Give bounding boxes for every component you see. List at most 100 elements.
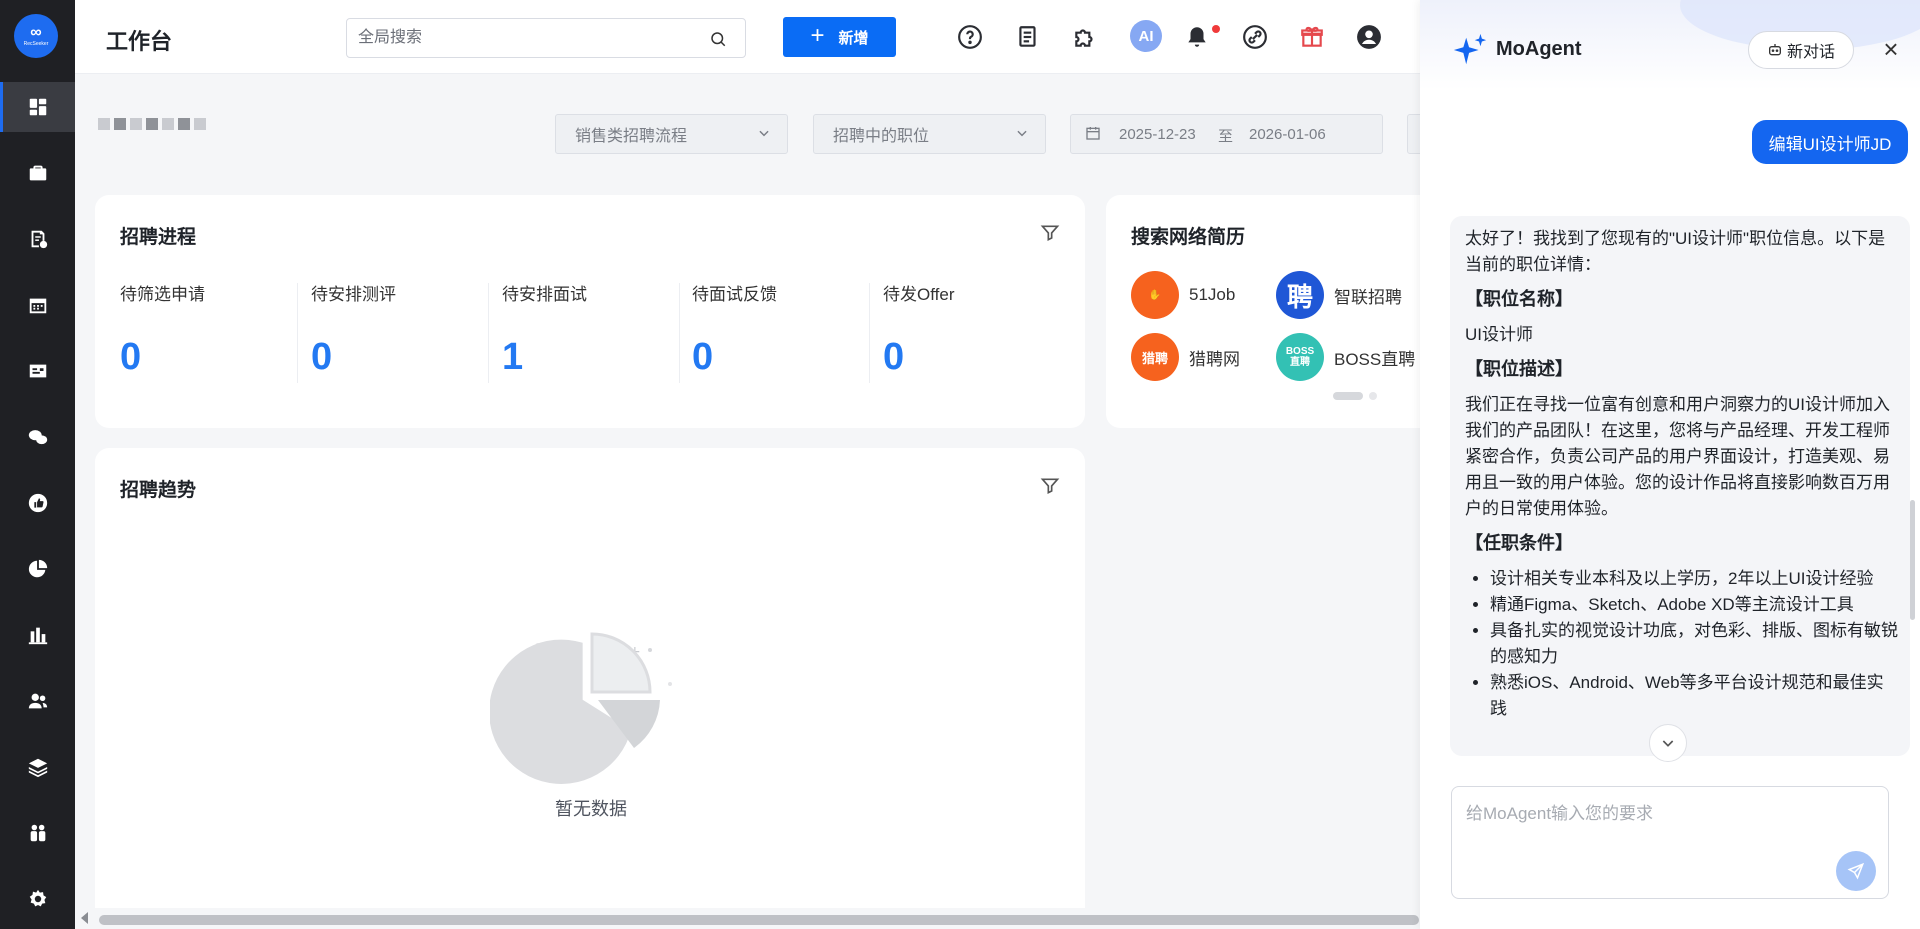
requirements-list: 设计相关专业本科及以上学历，2年以上UI设计经验 精通Figma、Sketch、…: [1465, 566, 1900, 722]
scroll-left-arrow-icon[interactable]: [81, 912, 88, 924]
stat-label: 待发Offer: [883, 285, 955, 304]
site-name: 智联招聘: [1334, 287, 1402, 307]
sidebar-item-resumes[interactable]: [0, 214, 75, 264]
chevron-down-icon: [759, 130, 769, 137]
site-zhilian[interactable]: 聘 智联招聘: [1276, 271, 1402, 319]
list-item: 具备扎实的视觉设计功底，对色彩、排版、图标有敏锐的感知力: [1490, 618, 1900, 670]
agent-input[interactable]: [1466, 799, 1866, 859]
settings-icon: [29, 889, 46, 907]
add-button[interactable]: + 新增: [783, 17, 896, 57]
new-chat-button[interactable]: 新对话: [1748, 31, 1854, 69]
layers-icon: [28, 758, 47, 778]
sidebar-item-jobs[interactable]: [0, 148, 75, 198]
sparkle-logo-icon: [1453, 33, 1487, 65]
card-title: 搜索网络简历: [1131, 227, 1246, 248]
stat-pending-screening[interactable]: 待筛选申请 0: [120, 280, 310, 380]
position-select[interactable]: 招聘中的职位: [813, 114, 1046, 154]
stat-value: 0: [692, 336, 714, 378]
date-start[interactable]: 2025-12-23: [1119, 126, 1196, 143]
global-search[interactable]: [346, 18, 746, 58]
page-title: 工作台: [106, 29, 173, 54]
help-button[interactable]: [955, 22, 985, 52]
bell-icon: [1188, 27, 1206, 47]
chat-scrollbar[interactable]: [1910, 500, 1915, 620]
date-end[interactable]: 2026-01-06: [1249, 126, 1326, 143]
user-button[interactable]: [1354, 22, 1384, 52]
app-logo[interactable]: ∞ RecSeeker: [14, 14, 58, 58]
scrollbar-thumb[interactable]: [99, 915, 1419, 925]
carousel-dots[interactable]: [1333, 392, 1377, 400]
send-button[interactable]: [1836, 851, 1876, 891]
filter-icon[interactable]: [1040, 223, 1060, 243]
wechat-icon: [28, 430, 47, 445]
top-header: 工作台 + 新增 AI: [75, 0, 1420, 74]
site-51job[interactable]: ✋ 51Job: [1131, 271, 1235, 319]
filter-icon[interactable]: [1040, 476, 1060, 496]
liepin-logo-icon: 猎聘: [1131, 333, 1179, 381]
process-select-value: 销售类招聘流程: [575, 128, 688, 145]
team-icon: [30, 824, 45, 842]
51job-logo-icon: ✋: [1131, 271, 1179, 319]
stat-pending-feedback[interactable]: 待面试反馈 0: [692, 280, 882, 380]
gift-button[interactable]: [1297, 22, 1327, 52]
sidebar: ∞ RecSeeker: [0, 0, 75, 929]
resume-icon: [31, 230, 47, 249]
list-item: 熟悉iOS、Android、Web等多平台设计规范和最佳实践: [1490, 670, 1900, 722]
ai-button[interactable]: AI: [1130, 20, 1162, 52]
stat-label: 待安排面试: [502, 285, 587, 304]
link-button[interactable]: [1240, 22, 1270, 52]
search-icon[interactable]: [709, 30, 727, 48]
sidebar-item-dashboard[interactable]: [0, 82, 75, 132]
answer-heading: 【任职条件】: [1465, 533, 1573, 553]
sidebar-item-statistics[interactable]: [0, 610, 75, 660]
plugins-button[interactable]: [1070, 22, 1100, 52]
card-title: 招聘趋势: [120, 480, 197, 501]
sidebar-item-reports[interactable]: [0, 544, 75, 594]
logo-rings-icon: ∞: [30, 24, 42, 41]
sidebar-item-wechat[interactable]: [0, 412, 75, 462]
horizontal-scrollbar[interactable]: [75, 908, 1420, 929]
sidebar-item-contacts[interactable]: [0, 346, 75, 396]
logo-text: RecSeeker: [23, 41, 49, 47]
sidebar-item-team[interactable]: [0, 808, 75, 858]
stat-label: 待面试反馈: [692, 285, 777, 304]
user-message-bubble: 编辑UI设计师JD: [1752, 120, 1908, 164]
agent-input-box[interactable]: [1451, 786, 1889, 899]
site-name: 猎聘网: [1189, 349, 1240, 369]
zhilian-logo-icon: 聘: [1276, 271, 1324, 319]
carousel-dot[interactable]: [1369, 392, 1377, 400]
sidebar-item-calendar[interactable]: [0, 280, 75, 330]
position-select-value: 招聘中的职位: [833, 128, 930, 145]
briefcase-icon: [29, 165, 46, 181]
notifications-button[interactable]: [1182, 22, 1212, 52]
sidebar-item-settings[interactable]: [0, 874, 75, 924]
new-chat-label: 新对话: [1786, 44, 1835, 61]
sidebar-item-layers[interactable]: [0, 742, 75, 792]
scroll-to-bottom-button[interactable]: [1649, 724, 1687, 762]
empty-state-text: 暂无数据: [555, 799, 627, 819]
carousel-dot-active[interactable]: [1333, 392, 1363, 400]
sidebar-item-feedback[interactable]: [0, 478, 75, 528]
chevron-down-icon: [1662, 740, 1674, 747]
thumb-up-icon: [28, 493, 47, 513]
answer-text: UI设计师: [1465, 325, 1533, 344]
stat-pending-interview[interactable]: 待安排面试 1: [502, 280, 692, 380]
boss-logo-icon: BOSS直聘: [1276, 333, 1324, 381]
site-boss[interactable]: BOSS直聘 BOSS直聘: [1276, 333, 1415, 381]
documents-button[interactable]: [1013, 22, 1043, 52]
blurred-company-name: [98, 118, 206, 130]
stat-value: 0: [120, 336, 142, 378]
site-liepin[interactable]: 猎聘 猎聘网: [1131, 333, 1240, 381]
search-resumes-card: 搜索网络简历 ✋ 51Job 聘 智联招聘 猎聘 猎聘网 BOSS直聘 BOSS…: [1106, 195, 1436, 428]
id-card-icon: [29, 364, 46, 378]
calendar-icon: [29, 298, 46, 314]
stat-pending-offer[interactable]: 待发Offer 0: [883, 280, 1073, 380]
date-range-picker[interactable]: 2025-12-23 至 2026-01-06: [1070, 114, 1383, 154]
sidebar-item-candidates[interactable]: [0, 676, 75, 726]
process-select[interactable]: 销售类招聘流程: [555, 114, 788, 154]
chat-bot-icon: [1768, 44, 1781, 56]
chevron-down-icon: [1017, 130, 1027, 137]
search-input[interactable]: [347, 19, 687, 57]
close-icon[interactable]: ×: [1878, 36, 1904, 62]
stat-pending-assessment[interactable]: 待安排测评 0: [311, 280, 501, 380]
